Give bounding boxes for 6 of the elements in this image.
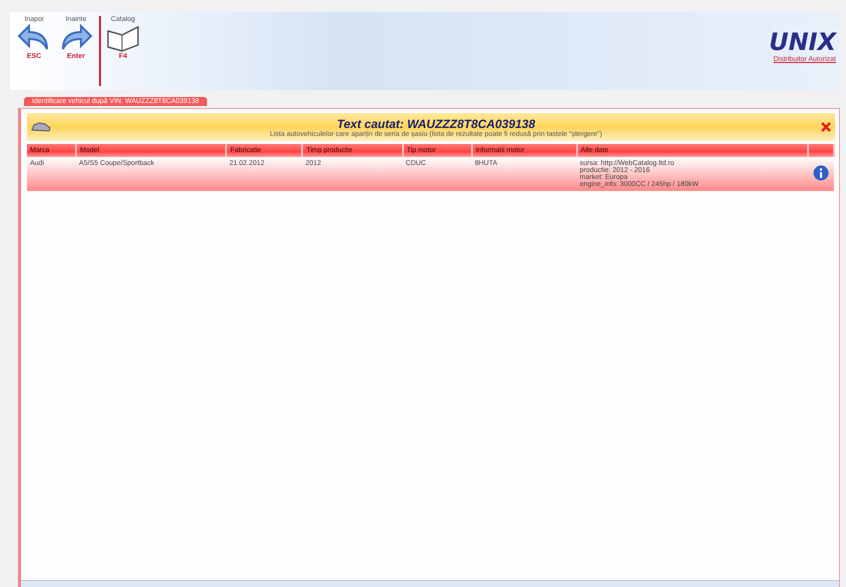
search-title: Text cautat: WAUZZZ8T8CA039138 xyxy=(336,116,536,130)
info-icon[interactable] xyxy=(813,165,829,181)
logo-text: UNIX xyxy=(768,28,836,56)
close-icon[interactable] xyxy=(821,122,831,132)
book-icon xyxy=(106,23,140,53)
car-icon xyxy=(31,121,51,133)
